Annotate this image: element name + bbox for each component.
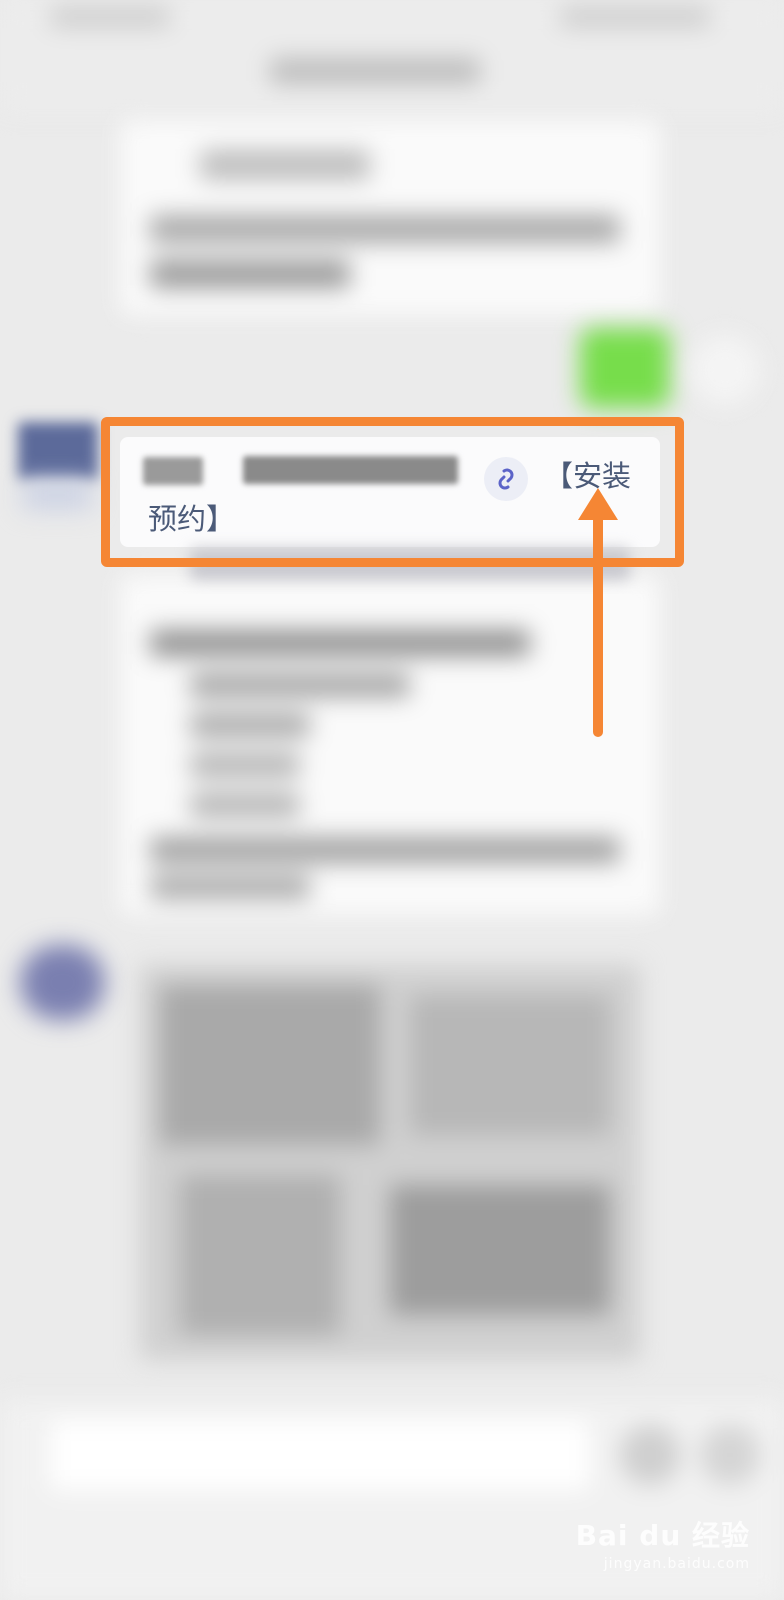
annotation-arrow [578, 488, 618, 737]
avatar-ring [690, 335, 760, 405]
watermark-brand: Bai du 经验 [575, 1519, 750, 1552]
emoji-icon[interactable] [620, 1425, 680, 1485]
watermark: Bai du 经验 jingyan.baidu.com [576, 1514, 750, 1572]
more-icon[interactable] [700, 1425, 760, 1485]
avatar[interactable] [20, 945, 105, 1020]
avatar[interactable] [18, 422, 98, 480]
chat-background [0, 0, 784, 1600]
top-bar [0, 0, 784, 110]
avatar[interactable] [580, 328, 670, 408]
avatar-shadow [22, 480, 92, 510]
chat-bubble [120, 120, 660, 315]
watermark-url: jingyan.baidu.com [603, 1556, 750, 1572]
message-input[interactable] [50, 1420, 590, 1490]
image-message[interactable] [140, 965, 640, 1360]
